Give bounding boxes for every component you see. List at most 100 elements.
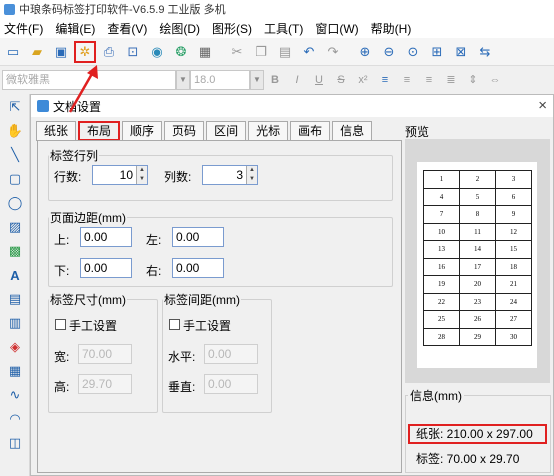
tab-paper[interactable]: 纸张 xyxy=(36,121,77,141)
margin-right-label: 右: xyxy=(146,264,162,278)
zoom-out-icon[interactable]: ⊖ xyxy=(378,41,400,63)
select-pointer-icon[interactable]: ⇱ xyxy=(4,96,26,118)
label-cell: 2 xyxy=(459,170,496,189)
left-toolbox: ⇱ ✋ ╲ ▢ ◯ ▨ ▩ A ▤ ▥ ◈ ▦ ∿ ◠ ◫ xyxy=(0,94,30,476)
text-tool-icon[interactable]: A xyxy=(4,264,26,286)
menu-edit[interactable]: 编辑(E) xyxy=(55,20,95,37)
menu-file[interactable]: 文件(F) xyxy=(4,20,43,37)
document-settings-icon[interactable]: ✲ xyxy=(74,40,96,63)
rectangle-tool-icon[interactable]: ▢ xyxy=(4,168,26,190)
align-left-icon[interactable]: ≡ xyxy=(374,70,396,90)
margin-bottom-input[interactable]: 0.00 xyxy=(80,258,132,278)
margin-right-value: 0.00 xyxy=(176,261,200,275)
bold-button[interactable]: B xyxy=(264,70,286,90)
rows-input[interactable]: 10 ▲ ▼ xyxy=(92,165,148,185)
align-center-icon[interactable]: ≡ xyxy=(396,70,418,90)
tab-order[interactable]: 顺序 xyxy=(122,121,163,141)
superscript-icon[interactable]: x² xyxy=(352,70,374,90)
fit-page-icon[interactable]: ⊞ xyxy=(426,41,448,63)
save-icon[interactable]: ▣ xyxy=(50,41,72,63)
font-dropdown-icon[interactable]: ▼ xyxy=(176,70,190,90)
paste-icon[interactable]: ▤ xyxy=(274,41,296,63)
char-spacing-icon[interactable]: ⇔ xyxy=(484,70,506,90)
arc-tool-icon[interactable]: ◠ xyxy=(4,408,26,430)
strikethrough-button[interactable]: S xyxy=(330,70,352,90)
margin-left-input[interactable]: 0.00 xyxy=(172,227,224,247)
label-gap-manual-checkbox[interactable] xyxy=(169,319,180,330)
more-tools-icon[interactable]: ⇆ xyxy=(474,41,496,63)
label-size-manual-checkbox[interactable] xyxy=(55,319,66,330)
tab-page-number[interactable]: 页码 xyxy=(164,121,205,141)
tab-range[interactable]: 区间 xyxy=(206,121,247,141)
line-spacing-icon[interactable]: ⇕ xyxy=(462,70,484,90)
label-height-input[interactable]: 29.70 xyxy=(78,374,132,394)
menu-draw[interactable]: 绘图(D) xyxy=(159,20,200,37)
data-source-icon[interactable]: ❂ xyxy=(170,41,192,63)
label-width-label: 宽: xyxy=(54,350,70,364)
pan-tool-icon[interactable]: ✋ xyxy=(4,120,26,142)
menu-tools[interactable]: 工具(T) xyxy=(264,20,303,37)
label-width-input[interactable]: 70.00 xyxy=(78,344,132,364)
tab-info[interactable]: 信息 xyxy=(332,121,373,141)
tab-layout[interactable]: 布局 xyxy=(78,121,121,141)
rows-stepper[interactable]: ▲ ▼ xyxy=(136,166,147,184)
rows-cols-legend: 标签行列 xyxy=(50,149,99,163)
label-cell: 5 xyxy=(459,187,496,206)
label-grid-row: 16 17 18 xyxy=(423,257,532,276)
cols-input[interactable]: 3 ▲ ▼ xyxy=(202,165,258,185)
label-cell: 27 xyxy=(495,310,532,329)
print-preview-icon[interactable]: ⊡ xyxy=(122,41,144,63)
copy-icon[interactable]: ❐ xyxy=(250,41,272,63)
undo-icon[interactable]: ↶ xyxy=(298,41,320,63)
label-cell: 26 xyxy=(459,310,496,329)
underline-button[interactable]: U xyxy=(308,70,330,90)
qrcode-tool-icon[interactable]: ▦ xyxy=(4,360,26,382)
print-icon[interactable]: ⎙ xyxy=(98,41,120,63)
curve-tool-icon[interactable]: ∿ xyxy=(4,384,26,406)
label-cell: 17 xyxy=(459,257,496,276)
tab-canvas[interactable]: 画布 xyxy=(290,121,331,141)
gap-vertical-input[interactable]: 0.00 xyxy=(204,374,258,394)
grid-icon[interactable]: ▦ xyxy=(194,41,216,63)
align-right-icon[interactable]: ≡ xyxy=(418,70,440,90)
menu-window[interactable]: 窗口(W) xyxy=(315,20,358,37)
line-tool-icon[interactable]: ╲ xyxy=(4,144,26,166)
fit-width-icon[interactable]: ⊠ xyxy=(450,41,472,63)
zoom-icon[interactable]: ⊙ xyxy=(402,41,424,63)
open-folder-icon[interactable]: ▰ xyxy=(26,41,48,63)
menu-shape[interactable]: 图形(S) xyxy=(212,20,252,37)
menu-help[interactable]: 帮助(H) xyxy=(371,20,412,37)
margin-top-input[interactable]: 0.00 xyxy=(80,227,132,247)
label-gap-legend: 标签间距(mm) xyxy=(164,293,240,307)
margin-left-value: 0.00 xyxy=(176,230,200,244)
zoom-in-icon[interactable]: ⊕ xyxy=(354,41,376,63)
font-size-select[interactable]: 18.0 xyxy=(190,70,250,90)
image-tool-icon[interactable]: ▨ xyxy=(4,216,26,238)
close-icon[interactable]: × xyxy=(538,97,547,114)
font-select[interactable]: 微软雅黑 xyxy=(2,70,176,90)
menu-view[interactable]: 查看(V) xyxy=(107,20,147,37)
preview-title: 预览 xyxy=(405,125,430,139)
label-size-info: 标签: 70.00 x 29.70 xyxy=(416,452,520,466)
more-shapes-icon[interactable]: ◫ xyxy=(4,432,26,454)
gap-horizontal-input[interactable]: 0.00 xyxy=(204,344,258,364)
shape-tool-icon[interactable]: ◈ xyxy=(4,336,26,358)
dialog-icon xyxy=(37,100,49,112)
picture-tool-icon[interactable]: ▩ xyxy=(4,240,26,262)
italic-button[interactable]: I xyxy=(286,70,308,90)
font-size-dropdown-icon[interactable]: ▼ xyxy=(250,70,264,90)
margin-top-label: 上: xyxy=(54,233,70,247)
label-grid: 1 2 3 4 5 6 7 8 9 10 11 12 13 14 15 16 17 18 19 20 21 22 23 24 2… xyxy=(423,170,532,346)
justify-icon[interactable]: ≣ xyxy=(440,70,462,90)
multiline-text-icon[interactable]: ▤ xyxy=(4,288,26,310)
new-doc-icon[interactable]: ▭ xyxy=(2,41,24,63)
margin-top-value: 0.00 xyxy=(84,230,108,244)
ellipse-tool-icon[interactable]: ◯ xyxy=(4,192,26,214)
tab-cursor[interactable]: 光标 xyxy=(248,121,289,141)
database-icon[interactable]: ◉ xyxy=(146,41,168,63)
cut-icon[interactable]: ✂ xyxy=(226,41,248,63)
margin-right-input[interactable]: 0.00 xyxy=(172,258,224,278)
barcode-tool-icon[interactable]: ▥ xyxy=(4,312,26,334)
redo-icon[interactable]: ↷ xyxy=(322,41,344,63)
cols-stepper[interactable]: ▲ ▼ xyxy=(246,166,257,184)
